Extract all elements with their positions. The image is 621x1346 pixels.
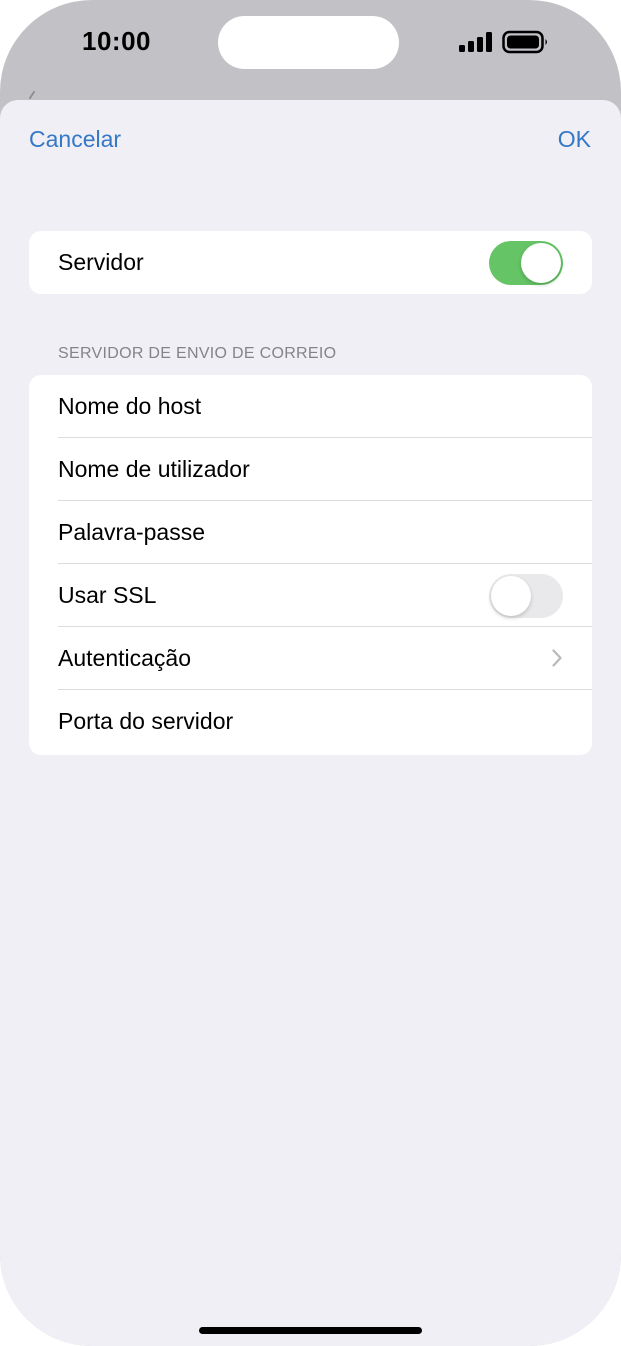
cancel-button[interactable]: Cancelar <box>29 126 121 153</box>
server-port-row[interactable]: Porta do servidor <box>29 690 592 753</box>
use-ssl-label: Usar SSL <box>58 582 157 608</box>
server-label: Servidor <box>58 249 144 275</box>
authentication-row[interactable]: Autenticação <box>29 627 592 690</box>
authentication-label: Autenticação <box>58 645 191 671</box>
use-ssl-toggle[interactable] <box>489 574 563 618</box>
server-settings-sheet: Cancelar OK Servidor SERVIDOR DE ENVIO D… <box>0 100 621 1346</box>
password-row[interactable]: Palavra-passe <box>29 501 592 564</box>
toggle-knob <box>521 243 561 283</box>
username-row[interactable]: Nome de utilizador <box>29 438 592 501</box>
hostname-row[interactable]: Nome do host <box>29 375 592 438</box>
back-chevron-icon <box>29 91 35 99</box>
outgoing-server-group: Nome do host Nome de utilizador Palavra-… <box>29 375 592 755</box>
chevron-right-icon <box>552 649 562 667</box>
status-time: 10:00 <box>82 26 151 56</box>
ok-button[interactable]: OK <box>558 126 591 153</box>
cellular-signal-icon <box>459 32 492 52</box>
phone-screen: 10:00 Cancelar OK Servidor SERVIDOR DE E… <box>0 0 621 1346</box>
server-toggle[interactable] <box>489 241 563 285</box>
server-port-label: Porta do servidor <box>58 708 234 734</box>
hostname-label: Nome do host <box>58 393 202 419</box>
server-toggle-group: Servidor <box>29 231 592 294</box>
use-ssl-row: Usar SSL <box>29 564 592 627</box>
server-row: Servidor <box>29 231 592 294</box>
password-label: Palavra-passe <box>58 519 206 545</box>
username-label: Nome de utilizador <box>58 456 250 482</box>
home-indicator <box>199 1327 422 1334</box>
battery-full-icon <box>502 30 547 54</box>
toggle-knob <box>491 576 531 616</box>
status-bar: 10:00 <box>0 0 621 100</box>
outgoing-section-header: SERVIDOR DE ENVIO DE CORREIO <box>58 345 337 362</box>
dynamic-island <box>218 16 399 69</box>
